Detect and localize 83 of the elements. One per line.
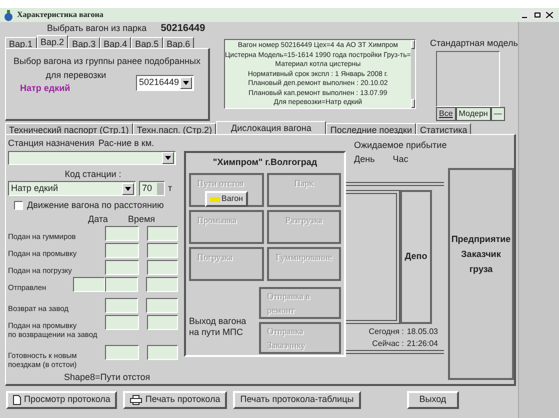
protocol-button[interactable]: Печать протокола-таблицы: [233, 391, 361, 409]
clock-label: Сейчас :: [372, 338, 404, 350]
clock-label: Сегодня :: [368, 326, 404, 338]
variant-tab[interactable]: Вар.3: [68, 37, 100, 48]
time-field[interactable]: [146, 298, 178, 313]
clock-value: 18.05.03: [406, 326, 438, 338]
scrollbar[interactable]: [410, 40, 415, 108]
plant-title: "Химпром" г.Волгоград: [212, 156, 318, 169]
movement-label: Движение вагона по расстоянию: [27, 199, 164, 212]
selection-caption: для перевозки: [46, 68, 106, 82]
protocol-button[interactable]: Просмотр протокола: [6, 391, 118, 409]
close-icon: [546, 12, 553, 18]
date-field[interactable]: [105, 260, 139, 275]
hour-label: Час: [392, 152, 408, 166]
arrival-label: Ожидаемое прибытие: [354, 139, 448, 152]
restore-button[interactable]: [532, 10, 543, 20]
date-field[interactable]: [105, 345, 139, 360]
standard-model-label: Стандартная модель: [430, 37, 516, 50]
weight-unit: т: [168, 182, 172, 195]
clock-value: 21:26:04: [406, 338, 438, 350]
time-field[interactable]: [146, 345, 178, 360]
date-field[interactable]: [105, 226, 139, 241]
station-select[interactable]: [8, 150, 176, 164]
date-field[interactable]: [105, 315, 139, 330]
wagon-icon: [210, 196, 220, 202]
section-tab[interactable]: Статистика: [416, 123, 472, 134]
date-header: Дата: [88, 212, 108, 226]
window-title: Характеристика вагона: [17, 9, 104, 21]
variant-tab[interactable]: Вар.4: [100, 37, 132, 48]
station-label: Станция назначения: [8, 137, 94, 150]
protocol-button[interactable]: Печать протокола: [123, 391, 228, 409]
time-field[interactable]: [146, 277, 178, 292]
date-field[interactable]: [105, 243, 139, 258]
minimize-button[interactable]: [520, 10, 531, 20]
day-label: День: [354, 152, 375, 166]
variant-tab[interactable]: Вар.6: [162, 37, 194, 48]
section-tab[interactable]: Техн.пасп. (Стр.2): [132, 123, 216, 134]
customer-label: Заказчик: [461, 248, 501, 260]
movement-checkbox[interactable]: [14, 201, 23, 210]
park-wagon-number: 50216449: [160, 22, 206, 36]
section-tab[interactable]: Последние поездки: [326, 123, 416, 134]
close-button[interactable]: [544, 10, 555, 20]
dropdown-button[interactable]: [122, 182, 134, 194]
dropdown-button[interactable]: [180, 76, 192, 88]
customer-label: груза: [469, 262, 493, 276]
cargo-name: Натр едкий: [20, 82, 70, 95]
time-header: Время: [128, 212, 156, 226]
app-icon: [4, 10, 13, 20]
customer-label: Предприятие: [451, 232, 511, 246]
wagon-select[interactable]: 50216449: [136, 74, 194, 90]
depot-box: Депо: [400, 190, 432, 324]
distance-label: Рас-ние в км.: [98, 137, 154, 150]
station-code-label: Код станции :: [64, 168, 122, 181]
dropdown-button[interactable]: [162, 152, 174, 164]
variant-tab[interactable]: Вар.1: [5, 37, 37, 48]
document-icon: [13, 395, 21, 405]
date-field[interactable]: [104, 277, 138, 292]
variant-tab[interactable]: Вар.5: [131, 37, 163, 48]
model-tab[interactable]: Все: [436, 106, 456, 120]
time-field[interactable]: [146, 226, 178, 241]
printer-icon: [130, 395, 142, 405]
restore-icon: [534, 12, 541, 18]
caret-icon: [125, 186, 131, 190]
selection-caption: Выбор вагона из группы ранее подобранных: [14, 55, 200, 68]
caret-icon: [183, 80, 189, 84]
variant-tab[interactable]: Вар.2: [36, 35, 68, 48]
exit-label: Выход вагона на пути МПС: [189, 315, 248, 338]
model-tab[interactable]: Модерн: [456, 106, 491, 120]
protocol-button[interactable]: Выход: [406, 391, 459, 409]
date-field[interactable]: [104, 298, 138, 313]
model-preview: [436, 50, 500, 106]
wagon-button[interactable]: Вагон: [204, 191, 248, 207]
park-label: Выбрать вагон из парка: [47, 22, 147, 35]
section-tab[interactable]: Дислокация вагона: [216, 121, 326, 134]
section-tab[interactable]: Технический паспорт (Стр.1): [5, 123, 133, 134]
status-note: Shape8=Пути отстоя: [64, 371, 152, 384]
caret-icon: [165, 156, 171, 160]
cargo-select[interactable]: Натр едкий: [8, 181, 136, 196]
weight-spinner[interactable]: 70: [139, 181, 165, 196]
station-field[interactable]: [72, 277, 105, 292]
time-field[interactable]: [146, 243, 178, 258]
time-field[interactable]: [146, 315, 178, 330]
time-field[interactable]: [146, 260, 178, 275]
